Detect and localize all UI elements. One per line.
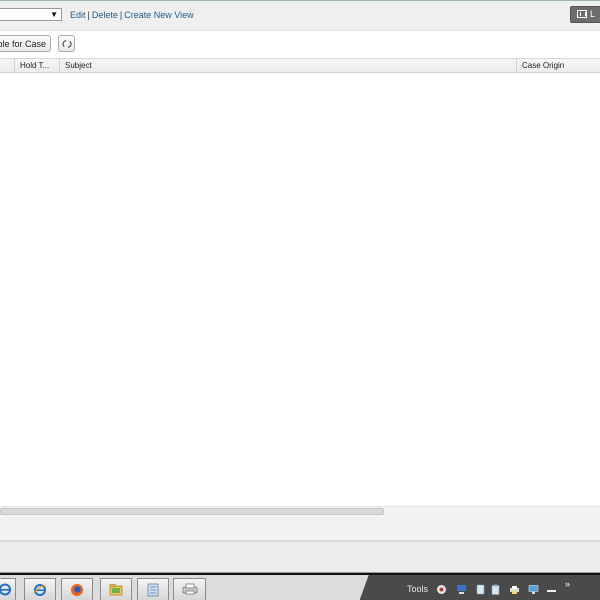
tray-edge bbox=[359, 575, 385, 600]
device-icon[interactable] bbox=[475, 584, 486, 595]
column-header-subject[interactable]: Subject bbox=[59, 59, 516, 73]
minimize-icon[interactable] bbox=[546, 584, 557, 595]
page-footer bbox=[0, 541, 600, 572]
ie-icon bbox=[33, 584, 47, 596]
system-tray: Tools » bbox=[359, 575, 600, 600]
clipboard-icon[interactable] bbox=[490, 584, 501, 595]
tools-label[interactable]: Tools bbox=[407, 584, 428, 594]
horizontal-scrollbar[interactable] bbox=[0, 506, 600, 517]
taskbar: Tools » bbox=[0, 572, 600, 600]
network-icon[interactable] bbox=[436, 584, 447, 595]
tray-overflow-icon[interactable]: » bbox=[565, 580, 570, 589]
monitor-icon[interactable] bbox=[456, 584, 467, 595]
refresh-icon bbox=[62, 39, 72, 49]
list-footer bbox=[0, 517, 600, 541]
list-view-button[interactable]: L bbox=[570, 6, 600, 23]
view-toolbar: ▼ Edit | Delete | Create New View L bbox=[0, 0, 600, 31]
screen: ▼ Edit | Delete | Create New View L ble for … bbox=[0, 0, 600, 600]
view-select[interactable]: ▼ bbox=[0, 8, 62, 21]
taskbar-app-button[interactable] bbox=[100, 578, 132, 600]
ie-icon bbox=[0, 583, 11, 596]
printer-icon bbox=[182, 583, 197, 595]
taskbar-app-button[interactable] bbox=[137, 578, 169, 600]
view-links: Edit | Delete | Create New View bbox=[70, 10, 194, 21]
link-separator: | bbox=[87, 10, 90, 20]
scrollbar-thumb[interactable] bbox=[0, 508, 384, 515]
column-header-case-origin[interactable]: Case Origin bbox=[516, 59, 600, 73]
taskbar-app-button[interactable] bbox=[61, 578, 93, 600]
taskbar-app-button[interactable] bbox=[0, 578, 16, 600]
printer-icon[interactable] bbox=[509, 584, 520, 595]
link-separator: | bbox=[119, 10, 123, 20]
firefox-icon bbox=[71, 584, 83, 596]
refresh-button[interactable] bbox=[58, 35, 75, 52]
taskbar-app-button[interactable] bbox=[24, 578, 56, 600]
taskbar-app-button[interactable] bbox=[173, 578, 206, 600]
case-action-button[interactable]: ble for Case bbox=[0, 35, 51, 52]
table-body bbox=[0, 73, 600, 506]
folder-icon bbox=[109, 584, 123, 596]
column-header-checkbox[interactable] bbox=[0, 59, 14, 73]
create-new-view-link[interactable]: Create New View bbox=[124, 10, 193, 20]
edit-link[interactable]: Edit bbox=[70, 10, 86, 20]
delete-link[interactable]: Delete bbox=[92, 10, 118, 20]
display-icon[interactable] bbox=[528, 584, 539, 595]
list-view-icon bbox=[577, 10, 587, 18]
case-action-button-label: ble for Case bbox=[0, 39, 46, 49]
table-header: Hold T... Subject Case Origin bbox=[0, 58, 600, 73]
list-view-button-label: L bbox=[590, 9, 596, 19]
accent-line bbox=[0, 0, 600, 1]
action-toolbar: ble for Case bbox=[0, 31, 600, 58]
dropdown-arrow-icon[interactable]: ▼ bbox=[50, 9, 58, 21]
document-icon bbox=[147, 583, 159, 597]
column-header-hold-time[interactable]: Hold T... bbox=[14, 59, 59, 73]
